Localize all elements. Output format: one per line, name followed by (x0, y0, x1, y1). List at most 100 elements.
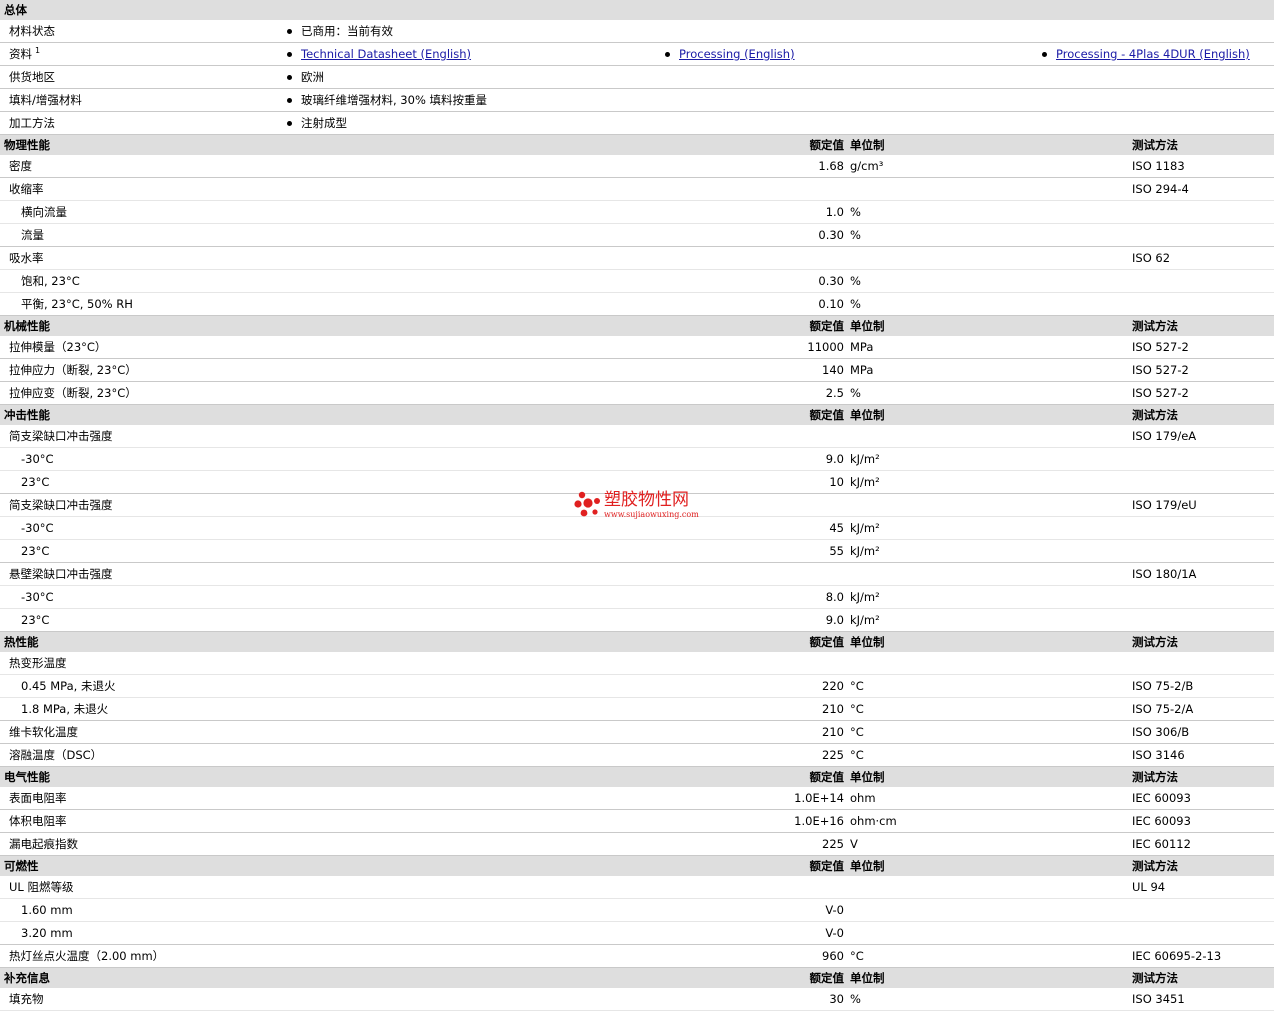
column-header-unit: 单位制 (850, 635, 885, 649)
property-row: 简支梁缺口冲击强度 ISO 179/eA (0, 425, 1274, 448)
property-label: 简支梁缺口冲击强度 (9, 429, 113, 443)
property-label: -30°C (21, 590, 54, 604)
property-label: 吸水率 (9, 251, 44, 265)
property-row: 收缩率 ISO 294-4 (0, 178, 1274, 201)
property-unit: V (850, 837, 858, 851)
general-value-cell: 欧洲 (287, 66, 324, 88)
section-header: 补充信息 额定值 单位制 测试方法 (0, 968, 1274, 988)
column-header-test-method: 测试方法 (1132, 971, 1178, 985)
property-row: 23°C 9.0 kJ/m² (0, 609, 1274, 632)
property-label: 加工方法 (9, 116, 55, 130)
test-method: ISO 306/B (1132, 725, 1190, 739)
column-header-value: 额定值 (809, 319, 845, 333)
property-label: 拉伸应力（断裂, 23°C） (9, 363, 137, 377)
column-header-test-method: 测试方法 (1132, 859, 1178, 873)
watermark-dots-icon (574, 491, 600, 517)
test-method: ISO 527-2 (1132, 363, 1189, 377)
column-header-test-method: 测试方法 (1132, 138, 1178, 152)
general-row: 材料状态 已商用：当前有效 (0, 20, 1274, 43)
test-method: ISO 527-2 (1132, 340, 1189, 354)
property-value: 45 (829, 521, 844, 535)
document-link[interactable]: Processing (English) (679, 43, 795, 65)
property-label: 拉伸应变（断裂, 23°C） (9, 386, 137, 400)
property-value: 140 (822, 363, 844, 377)
property-unit: % (850, 228, 861, 242)
property-unit: g/cm³ (850, 159, 884, 173)
property-value: 8.0 (825, 590, 844, 604)
section-title: 可燃性 (4, 859, 39, 873)
property-label: 体积电阻率 (9, 814, 67, 828)
section-title: 机械性能 (4, 319, 50, 333)
document-link-cell: Processing (English) (665, 43, 795, 65)
property-row: 1.8 MPa, 未退火 210 °C ISO 75-2/A (0, 698, 1274, 721)
property-row: 体积电阻率 1.0E+16 ohm·cm IEC 60093 (0, 810, 1274, 833)
column-header-unit: 单位制 (850, 859, 885, 873)
property-label: 简支梁缺口冲击强度 (9, 498, 113, 512)
test-method: ISO 179/eU (1132, 498, 1197, 512)
property-unit: kJ/m² (850, 590, 880, 604)
column-header-test-method: 测试方法 (1132, 635, 1178, 649)
test-method: ISO 75-2/A (1132, 702, 1194, 716)
section-title: 物理性能 (4, 138, 50, 152)
property-label: 收缩率 (9, 182, 44, 196)
property-row: -30°C 9.0 kJ/m² (0, 448, 1274, 471)
property-label: 0.45 MPa, 未退火 (21, 679, 116, 693)
property-label: 填充物 (9, 992, 44, 1006)
document-link-cell: Processing - 4Plas 4DUR (English) (1042, 43, 1250, 65)
property-value: 11000 (807, 340, 844, 354)
property-unit: °C (850, 679, 864, 693)
property-row: 横向流量 1.0% (0, 201, 1274, 224)
section-header: 物理性能 额定值 单位制 测试方法 (0, 135, 1274, 155)
property-value: 1.68 (818, 159, 844, 173)
section-header-general: 总体 (0, 0, 1274, 20)
test-method: IEC 60112 (1132, 837, 1191, 851)
property-row: 拉伸模量（23°C） 11000 MPa ISO 527-2 (0, 336, 1274, 359)
document-link-cell: Technical Datasheet (English) (287, 43, 471, 65)
property-value: 225 (822, 837, 844, 851)
column-header-value: 额定值 (809, 859, 845, 873)
property-value: 2.5 (825, 386, 844, 400)
watermark-title: 塑胶物性网 (604, 490, 689, 510)
property-label: 热变形温度 (9, 656, 67, 670)
property-label-wrap: 资料 1 (9, 43, 40, 65)
column-header-test-method: 测试方法 (1132, 319, 1178, 333)
property-label: 流量 (21, 228, 44, 242)
property-unit: °C (850, 949, 864, 963)
property-label: 横向流量 (21, 205, 67, 219)
property-unit: °C (850, 725, 864, 739)
property-label: 热灯丝点火温度（2.00 mm） (9, 949, 165, 963)
test-method: ISO 62 (1132, 251, 1171, 265)
property-label: 拉伸模量（23°C） (9, 340, 107, 354)
test-method: ISO 1183 (1132, 159, 1185, 173)
property-value: 30 (829, 992, 844, 1006)
property-row: 拉伸应变（断裂, 23°C） 2.5% ISO 527-2 (0, 382, 1274, 405)
general-value-cell: 注射成型 (287, 112, 347, 134)
general-value: 欧洲 (301, 70, 324, 84)
property-unit: kJ/m² (850, 613, 880, 627)
property-label: 饱和, 23°C (21, 274, 80, 288)
property-value: 55 (829, 544, 844, 558)
column-header-unit: 单位制 (850, 408, 885, 422)
section-header: 热性能 额定值 单位制 测试方法 (0, 632, 1274, 652)
property-unit: kJ/m² (850, 452, 880, 466)
general-value-cell: 已商用：当前有效 (287, 20, 393, 42)
bullet-icon (287, 74, 292, 80)
test-method: IEC 60093 (1132, 791, 1191, 805)
document-link[interactable]: Technical Datasheet (English) (301, 43, 471, 65)
property-label: 溶融温度（DSC） (9, 748, 103, 762)
bullet-icon (287, 51, 292, 57)
property-value: 0.10 (818, 297, 844, 311)
property-value: 9.0 (825, 452, 844, 466)
document-link[interactable]: Processing - 4Plas 4DUR (English) (1056, 43, 1250, 65)
property-row: 0.45 MPa, 未退火 220 °C ISO 75-2/B (0, 675, 1274, 698)
property-row: UL 阻燃等级 UL 94 (0, 876, 1274, 899)
test-method: ISO 294-4 (1132, 182, 1189, 196)
property-unit: ohm (850, 791, 876, 805)
property-label: 1.8 MPa, 未退火 (21, 702, 109, 716)
watermark-logo: 塑胶物性网 www.sujiaowuxing.com (574, 490, 704, 524)
property-value: 1.0E+14 (794, 791, 844, 805)
property-row: 密度 1.68 g/cm³ ISO 1183 (0, 155, 1274, 178)
property-label: 23°C (21, 475, 50, 489)
property-row: 热灯丝点火温度（2.00 mm） 960 °C IEC 60695-2-13 (0, 945, 1274, 968)
property-value: 960 (822, 949, 844, 963)
